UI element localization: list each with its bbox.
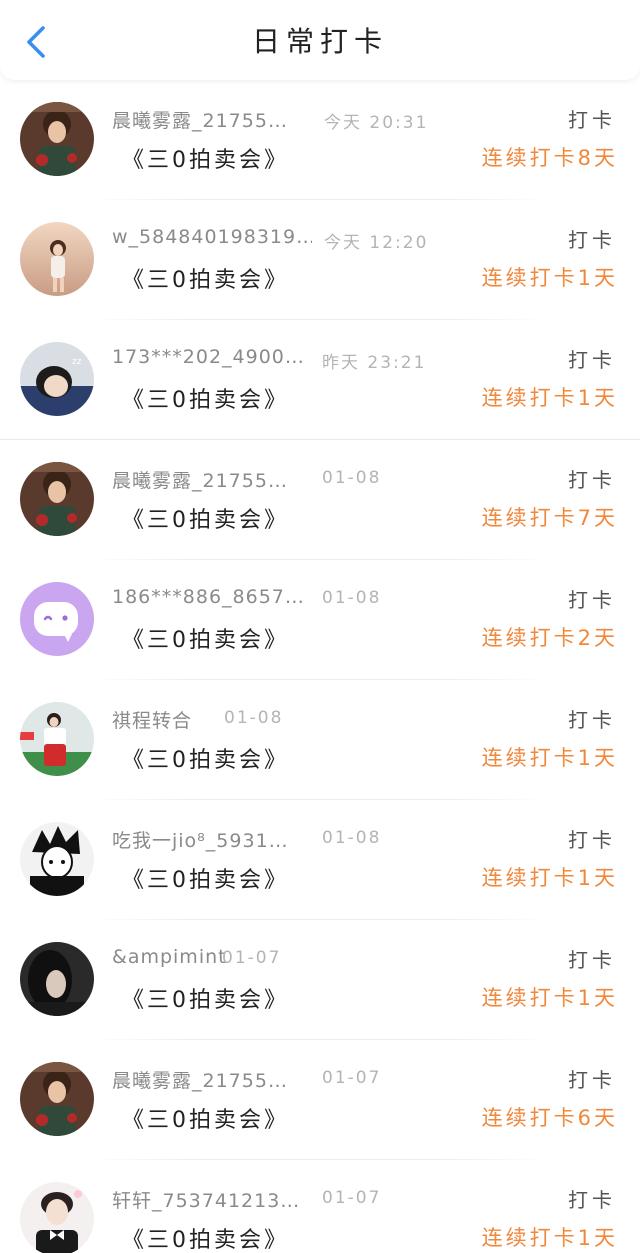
checkin-button[interactable]: 打卡 xyxy=(568,1064,616,1093)
avatar[interactable] xyxy=(20,102,94,176)
checkin-button[interactable]: 打卡 xyxy=(568,224,616,253)
checkin-time: 01-07 xyxy=(322,1068,382,1088)
checkin-content: 《三0拍卖会》 xyxy=(122,268,289,293)
streak-label: 连续打卡1天 xyxy=(481,386,618,410)
user-name[interactable]: 晨曦雾露_21755… xyxy=(112,106,288,133)
checkin-time: 01-07 xyxy=(322,1188,382,1208)
checkin-time: 01-08 xyxy=(322,828,382,848)
streak-label: 连续打卡1天 xyxy=(481,866,618,890)
avatar[interactable] xyxy=(20,462,94,536)
streak-label: 连续打卡1天 xyxy=(481,1226,618,1250)
checkin-content: 《三0拍卖会》 xyxy=(122,148,289,173)
checkin-button[interactable]: 打卡 xyxy=(568,344,616,373)
streak-label: 连续打卡8天 xyxy=(481,146,618,170)
checkin-button[interactable]: 打卡 xyxy=(568,584,616,613)
list-item[interactable]: &ampimint 01-07 《三0拍卖会》 打卡连续打卡1天 xyxy=(0,920,640,1040)
list-item[interactable]: zz 173***202_4900… 昨天 23:21 《三0拍卖会》 打卡连续打卡1… xyxy=(0,320,640,440)
avatar[interactable] xyxy=(20,222,94,296)
list-item[interactable]: 吃我一jio⁸_5931… 01-08 《三0拍卖会》 打卡连续打卡1天 xyxy=(0,800,640,920)
list-item[interactable]: 186***886_8657… 01-08 《三0拍卖会》 打卡连续打卡2天 xyxy=(0,560,640,680)
user-name[interactable]: 173***202_4900… xyxy=(112,346,305,368)
checkin-time: 昨天 23:21 xyxy=(322,353,427,373)
user-name[interactable]: w_584840198319… xyxy=(112,226,312,248)
checkin-time: 今天 12:20 xyxy=(324,233,429,253)
user-name[interactable]: 晨曦雾露_21755… xyxy=(112,466,288,493)
list-item[interactable]: 祺程转合 01-08 《三0拍卖会》 打卡连续打卡1天 xyxy=(0,680,640,800)
checkin-content: 《三0拍卖会》 xyxy=(122,988,289,1013)
checkin-button[interactable]: 打卡 xyxy=(568,824,616,853)
list-item[interactable]: 晨曦雾露_21755… 今天 20:31 《三0拍卖会》 打卡连续打卡8天 xyxy=(0,80,640,200)
avatar[interactable] xyxy=(20,582,94,656)
avatar[interactable] xyxy=(20,942,94,1016)
checkin-time: 01-08 xyxy=(322,588,382,608)
checkin-button[interactable]: 打卡 xyxy=(568,944,616,973)
back-button[interactable] xyxy=(18,22,54,62)
checkin-content: 《三0拍卖会》 xyxy=(122,1108,289,1133)
user-name[interactable]: 186***886_8657… xyxy=(112,586,305,608)
chevron-left-icon xyxy=(27,26,45,58)
checkin-button[interactable]: 打卡 xyxy=(568,104,616,133)
checkin-content: 《三0拍卖会》 xyxy=(122,868,289,893)
user-name[interactable]: 吃我一jio⁸_5931… xyxy=(112,826,289,853)
checkin-content: 《三0拍卖会》 xyxy=(122,1228,289,1253)
checkin-button[interactable]: 打卡 xyxy=(568,1184,616,1213)
checkin-content: 《三0拍卖会》 xyxy=(122,628,289,653)
streak-label: 连续打卡1天 xyxy=(481,986,618,1010)
list-item[interactable]: 晨曦雾露_21755… 01-08 《三0拍卖会》 打卡连续打卡7天 xyxy=(0,440,640,560)
list-item[interactable]: 轩轩_753741213… 01-07 《三0拍卖会》 打卡连续打卡1天 xyxy=(0,1160,640,1253)
svg-text:zz: zz xyxy=(72,357,82,367)
streak-label: 连续打卡2天 xyxy=(481,626,618,650)
checkin-content: 《三0拍卖会》 xyxy=(122,388,289,413)
user-name[interactable]: 轩轩_753741213… xyxy=(112,1186,300,1213)
avatar[interactable] xyxy=(20,1062,94,1136)
checkin-content: 《三0拍卖会》 xyxy=(122,508,289,533)
user-name[interactable]: &ampimint xyxy=(112,946,227,968)
checkin-button[interactable]: 打卡 xyxy=(568,464,616,493)
checkin-list: 晨曦雾露_21755… 今天 20:31 《三0拍卖会》 打卡 连续打卡8天 w_584… xyxy=(0,80,640,1253)
checkin-time: 01-07 xyxy=(222,948,282,968)
user-name[interactable]: 祺程转合 xyxy=(112,706,192,733)
avatar[interactable]: zz xyxy=(20,342,94,416)
checkin-content: 《三0拍卖会》 xyxy=(122,748,289,773)
avatar[interactable] xyxy=(20,822,94,896)
list-item[interactable]: 晨曦雾露_21755… 01-07 《三0拍卖会》 打卡连续打卡6天 xyxy=(0,1040,640,1160)
streak-label: 连续打卡6天 xyxy=(481,1106,618,1130)
top-bar: 日常打卡 xyxy=(0,0,640,80)
checkin-button[interactable]: 打卡 xyxy=(568,704,616,733)
page-title: 日常打卡 xyxy=(251,25,388,58)
streak-label: 连续打卡7天 xyxy=(481,506,618,530)
streak-label: 连续打卡1天 xyxy=(481,746,618,770)
list-item[interactable]: w_584840198319… 今天 12:20 《三0拍卖会》 打卡连续打卡1天 xyxy=(0,200,640,320)
streak-label: 连续打卡1天 xyxy=(481,266,618,290)
avatar[interactable] xyxy=(20,1182,94,1253)
checkin-time: 今天 20:31 xyxy=(324,113,429,133)
checkin-time: 01-08 xyxy=(322,468,382,488)
user-name[interactable]: 晨曦雾露_21755… xyxy=(112,1066,288,1093)
checkin-time: 01-08 xyxy=(224,708,284,728)
avatar[interactable] xyxy=(20,702,94,776)
